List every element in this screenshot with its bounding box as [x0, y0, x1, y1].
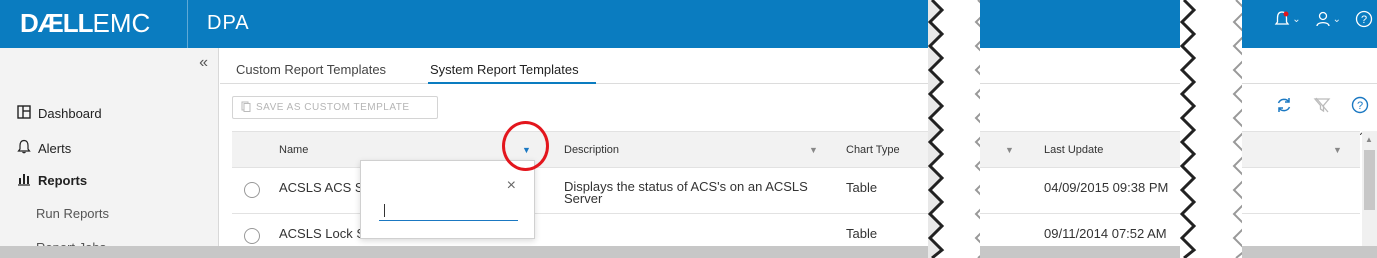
- row-radio[interactable]: [244, 182, 260, 198]
- chevron-down-icon: ⌄: [1332, 13, 1341, 25]
- close-icon[interactable]: ×: [507, 177, 516, 195]
- header-icons: ⌄ ⌄ ?: [1274, 10, 1373, 28]
- active-tab-indicator: [428, 82, 596, 84]
- column-filter-popup: ×: [360, 160, 535, 239]
- chevron-down-icon: ⌄: [1292, 13, 1301, 25]
- logo-light-text: EMC: [92, 8, 151, 38]
- bell-icon: [16, 139, 32, 157]
- column-header-chart-type[interactable]: Chart Type: [846, 144, 900, 156]
- highlight-circle: [502, 121, 549, 171]
- torn-gap: [1180, 0, 1242, 258]
- torn-gap: [928, 0, 980, 258]
- save-button-label: SAVE AS CUSTOM TEMPLATE: [256, 102, 410, 113]
- filter-icon[interactable]: ▼: [1333, 145, 1342, 155]
- sidebar-subitem-run-reports[interactable]: Run Reports: [36, 206, 109, 221]
- scroll-up-arrow-icon[interactable]: ▲: [1365, 135, 1373, 144]
- filter-text-input[interactable]: [379, 201, 518, 221]
- copy-icon: [241, 101, 251, 115]
- logo-bold-text: DÆLL: [20, 8, 94, 38]
- column-header-name[interactable]: Name: [279, 144, 308, 156]
- horizontal-scrollbar[interactable]: [0, 246, 1377, 258]
- dell-emc-logo[interactable]: DÆLLEMC: [20, 8, 150, 39]
- svg-text:?: ?: [1357, 100, 1363, 112]
- help-icon[interactable]: ?: [1355, 10, 1373, 28]
- sidebar-item-dashboard[interactable]: Dashboard: [16, 105, 102, 122]
- save-as-custom-template-button[interactable]: SAVE AS CUSTOM TEMPLATE: [232, 96, 438, 119]
- text-cursor: [384, 204, 385, 217]
- header-divider: [187, 0, 188, 48]
- bar-chart-icon: [16, 172, 32, 189]
- sidebar-item-alerts[interactable]: Alerts: [16, 139, 71, 157]
- filter-icon[interactable]: ▼: [809, 145, 818, 155]
- row-name: ACSLS ACS St: [279, 180, 368, 195]
- clear-filter-icon[interactable]: [1313, 96, 1331, 119]
- row-last-update: 04/09/2015 09:38 PM: [1044, 180, 1169, 195]
- sidebar-item-label: Reports: [38, 173, 88, 188]
- row-chart-type: Table: [846, 180, 878, 195]
- tab-custom-report-templates[interactable]: Custom Report Templates: [236, 62, 386, 77]
- refresh-icon[interactable]: [1275, 96, 1293, 119]
- column-header-last-update[interactable]: Last Update: [1044, 144, 1103, 156]
- tab-system-report-templates[interactable]: System Report Templates: [430, 62, 579, 77]
- row-last-update: 09/11/2014 07:52 AM: [1044, 226, 1167, 241]
- svg-text:?: ?: [1361, 14, 1367, 26]
- sidebar-item-label: Dashboard: [38, 106, 102, 121]
- dashboard-icon: [16, 105, 32, 122]
- collapse-sidebar-icon[interactable]: «: [199, 54, 208, 72]
- row-name: ACSLS Lock S: [279, 226, 365, 241]
- notifications-icon[interactable]: ⌄: [1274, 10, 1301, 28]
- toolbar-actions: ?: [1275, 96, 1369, 119]
- row-chart-type: Table: [846, 226, 878, 241]
- sidebar-item-reports[interactable]: Reports: [16, 172, 87, 189]
- user-menu-icon[interactable]: ⌄: [1315, 10, 1341, 28]
- help-icon[interactable]: ?: [1351, 96, 1369, 119]
- scrollbar-thumb[interactable]: [1364, 150, 1375, 210]
- row-description: Displays the status of ACS's on an ACSLS…: [564, 179, 808, 206]
- row-radio[interactable]: [244, 228, 260, 244]
- column-header-description[interactable]: Description: [564, 144, 619, 156]
- sidebar-item-label: Alerts: [38, 140, 72, 156]
- filter-icon[interactable]: ▼: [1005, 145, 1014, 155]
- top-bar: DÆLLEMC DPA ⌄ ⌄ ?: [0, 0, 1377, 48]
- product-name: DPA: [207, 12, 250, 34]
